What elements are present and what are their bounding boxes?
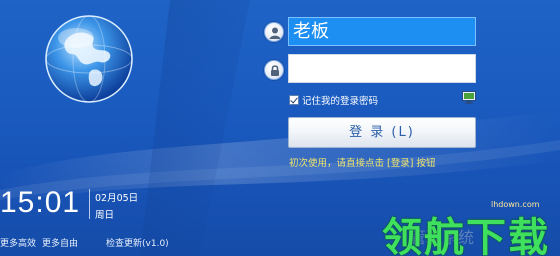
globe-icon [45, 15, 133, 103]
password-field[interactable] [288, 54, 476, 83]
login-button[interactable]: 登 录 (L) [288, 117, 476, 148]
more-efficient-link[interactable]: 更多高效 [0, 236, 36, 249]
user-icon [264, 22, 284, 42]
first-use-hint: 初次使用，请直接点击 [登录] 按钮 [289, 158, 436, 169]
remember-checkbox[interactable] [289, 95, 299, 105]
login-window: 老板 记住我的登录密码 登 录 (L) 初次使用，请直接点击 [登录] 按钮 1… [0, 0, 560, 256]
clock-time: 15:01 [0, 186, 81, 219]
watermark-brand: 领航下载 [382, 215, 550, 256]
username-field[interactable]: 老板 [288, 17, 476, 46]
remember-password-option[interactable]: 记住我的登录密码 [289, 93, 378, 107]
monitor-icon[interactable] [462, 91, 476, 104]
lock-icon [264, 60, 284, 80]
clock-weekday: 周日 [95, 210, 115, 221]
clock-divider [89, 189, 90, 219]
remember-label: 记住我的登录密码 [302, 96, 379, 107]
clock-date: 02月05日 [95, 193, 139, 204]
more-free-link[interactable]: 更多自由 [42, 236, 78, 249]
footer-links: 更多高效 更多自由 检查更新(v1.0) [0, 236, 169, 249]
check-update-link[interactable]: 检查更新(v1.0) [106, 236, 169, 249]
